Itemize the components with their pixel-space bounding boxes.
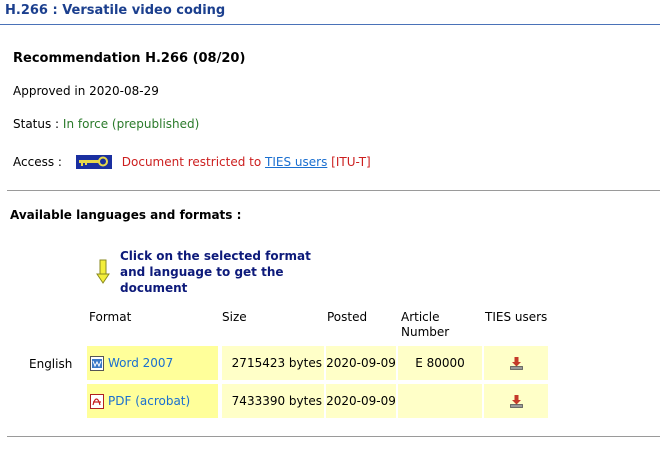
download-icon[interactable] [509, 356, 523, 370]
header-article-number: Article Number [401, 310, 450, 339]
status-value: In force (prepublished) [62, 117, 200, 131]
ties-download-cell [484, 384, 548, 418]
recommendation-title: Recommendation H.266 (08/20) [13, 51, 246, 66]
size-cell: 7433390 bytes [222, 384, 324, 418]
section-divider [7, 190, 660, 191]
download-hint: Click on the selected format and languag… [120, 249, 311, 295]
title-divider [0, 24, 660, 25]
key-icon [75, 155, 112, 169]
article-number-cell [398, 384, 482, 418]
header-format: Format [89, 310, 132, 324]
ties-download-cell [484, 346, 548, 380]
article-number-cell: E 80000 [398, 346, 482, 380]
approved-date: Approved in 2020-08-29 [13, 84, 159, 98]
posted-cell: 2020-09-09 [326, 384, 396, 418]
format-cell-word: Word 2007 [87, 346, 218, 380]
header-size: Size [222, 310, 247, 324]
access-label: Access : [13, 155, 66, 169]
posted-cell: 2020-09-09 [326, 346, 396, 380]
page-title: H.266 : Versatile video coding [5, 3, 226, 18]
word-icon [90, 355, 104, 371]
bottom-divider [7, 436, 660, 437]
pdf-icon [90, 393, 104, 409]
access-suffix: [ITU-T] [327, 155, 371, 169]
format-cell-pdf: PDF (acrobat) [87, 384, 218, 418]
access-line: Access : Document restricted to TIES use… [13, 155, 371, 169]
pdf-format-link[interactable]: PDF (acrobat) [108, 394, 190, 408]
size-cell: 2715423 bytes [222, 346, 324, 380]
arrow-down-icon [96, 259, 110, 284]
status-label: Status : [13, 117, 63, 131]
status-line: Status : In force (prepublished) [13, 117, 199, 131]
language-label: English [29, 357, 73, 371]
languages-heading: Available languages and formats : [10, 208, 242, 222]
ties-users-link[interactable]: TIES users [265, 155, 327, 169]
access-restricted-text: Document restricted to [121, 155, 266, 169]
word-format-link[interactable]: Word 2007 [108, 356, 173, 370]
download-icon[interactable] [509, 394, 523, 408]
header-posted: Posted [327, 310, 368, 324]
header-ties-users: TIES users [485, 310, 548, 324]
